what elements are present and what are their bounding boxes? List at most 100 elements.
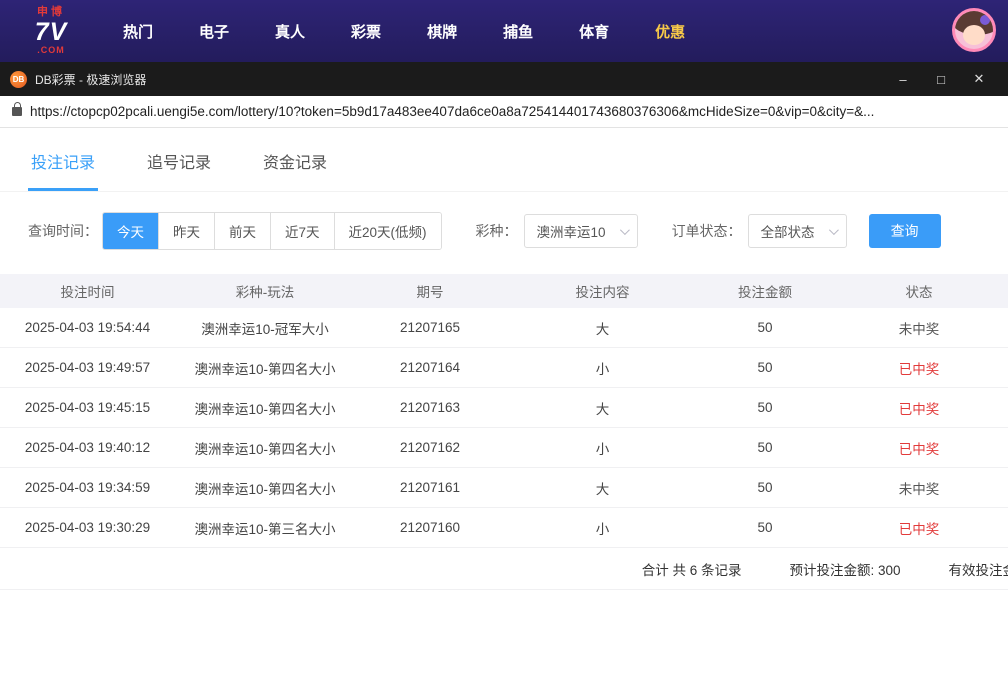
search-button[interactable]: 查询: [869, 214, 941, 248]
cell-bet-content: 小: [505, 438, 700, 458]
page-content: 投注记录追号记录资金记录 查询时间： 今天昨天前天近7天近20天(低频) 彩种：…: [0, 128, 1008, 590]
nav-item-3[interactable]: 真人: [252, 21, 328, 42]
cell-bet-time: 2025-04-03 19:45:15: [0, 400, 175, 415]
time-option-3[interactable]: 前天: [214, 213, 270, 249]
window-controls: – □ ✕: [884, 62, 998, 96]
lock-icon: [12, 107, 22, 116]
nav-item-6[interactable]: 捕鱼: [480, 21, 556, 42]
avatar-bow-graphic: [980, 15, 990, 25]
time-option-2[interactable]: 昨天: [158, 213, 214, 249]
column-header: 彩种-玩法: [175, 281, 355, 301]
top-nav: 申博 7V .COM 热门电子真人彩票棋牌捕鱼体育优惠: [0, 0, 1008, 62]
maximize-button[interactable]: □: [922, 62, 960, 96]
address-bar[interactable]: https://ctopcp02pcali.uengi5e.com/lotter…: [0, 96, 1008, 128]
lottery-filter-label: 彩种：: [476, 221, 518, 241]
tab-3[interactable]: 资金记录: [260, 128, 330, 191]
table-row: 2025-04-03 19:54:44澳洲幸运10-冠军大小21207165大5…: [0, 308, 1008, 348]
order-status-value: 全部状态: [761, 221, 815, 241]
cell-bet-content: 大: [505, 318, 700, 338]
cell-issue-number: 21207160: [355, 520, 505, 535]
cell-bet-content: 大: [505, 398, 700, 418]
cell-bet-amount: 50: [700, 400, 830, 415]
nav-item-1[interactable]: 热门: [100, 21, 176, 42]
summary-expected-amount: 预计投注金额: 300: [789, 559, 900, 579]
table-row: 2025-04-03 19:49:57澳洲幸运10-第四名大小21207164小…: [0, 348, 1008, 388]
chevron-down-icon: [829, 225, 839, 235]
time-option-4[interactable]: 近7天: [270, 213, 334, 249]
bet-records-table: 投注时间彩种-玩法期号投注内容投注金额状态 2025-04-03 19:54:4…: [0, 274, 1008, 590]
summary-valid-amount: 有效投注金: [949, 559, 1008, 579]
cell-game-play: 澳洲幸运10-第四名大小: [175, 438, 355, 458]
cell-issue-number: 21207165: [355, 320, 505, 335]
nav-item-2[interactable]: 电子: [176, 21, 252, 42]
chevron-down-icon: [620, 225, 630, 235]
column-header: 投注内容: [505, 281, 700, 301]
logo-text-cn: 申博: [37, 7, 65, 18]
tabs: 投注记录追号记录资金记录: [0, 128, 1008, 192]
summary-total: 合计 共 6 条记录: [642, 559, 742, 579]
order-status-select[interactable]: 全部状态: [748, 214, 847, 248]
cell-bet-amount: 50: [700, 320, 830, 335]
logo-text-7v: 7V: [35, 20, 68, 45]
nav-item-7[interactable]: 体育: [556, 21, 632, 42]
cell-bet-time: 2025-04-03 19:54:44: [0, 320, 175, 335]
cell-issue-number: 21207161: [355, 480, 505, 495]
cell-bet-time: 2025-04-03 19:49:57: [0, 360, 175, 375]
cell-bet-amount: 50: [700, 360, 830, 375]
status-filter-label: 订单状态：: [672, 221, 742, 241]
tab-2[interactable]: 追号记录: [144, 128, 214, 191]
tab-1[interactable]: 投注记录: [28, 128, 98, 191]
url-text[interactable]: https://ctopcp02pcali.uengi5e.com/lotter…: [30, 104, 874, 119]
cell-bet-content: 大: [505, 478, 700, 498]
table-row: 2025-04-03 19:30:29澳洲幸运10-第三名大小21207160小…: [0, 508, 1008, 548]
cell-game-play: 澳洲幸运10-第三名大小: [175, 518, 355, 538]
table-row: 2025-04-03 19:45:15澳洲幸运10-第四名大小21207163大…: [0, 388, 1008, 428]
cell-bet-content: 小: [505, 358, 700, 378]
window-titlebar: DB DB彩票 - 极速浏览器 – □ ✕: [0, 62, 1008, 96]
cell-bet-time: 2025-04-03 19:34:59: [0, 480, 175, 495]
cell-status: 已中奖: [830, 398, 1008, 418]
cell-bet-time: 2025-04-03 19:30:29: [0, 520, 175, 535]
cell-game-play: 澳洲幸运10-第四名大小: [175, 478, 355, 498]
lottery-select[interactable]: 澳洲幸运10: [524, 214, 638, 248]
time-option-5[interactable]: 近20天(低频): [334, 213, 441, 249]
cell-bet-amount: 50: [700, 480, 830, 495]
app-icon: DB: [10, 71, 27, 88]
cell-bet-time: 2025-04-03 19:40:12: [0, 440, 175, 455]
summary-row: 合计 共 6 条记录 预计投注金额: 300 有效投注金: [0, 548, 1008, 590]
cell-status: 未中奖: [830, 478, 1008, 498]
cell-game-play: 澳洲幸运10-冠军大小: [175, 318, 355, 338]
cell-issue-number: 21207162: [355, 440, 505, 455]
cell-game-play: 澳洲幸运10-第四名大小: [175, 358, 355, 378]
column-header: 投注时间: [0, 281, 175, 301]
lottery-select-value: 澳洲幸运10: [537, 221, 606, 241]
cell-status: 已中奖: [830, 358, 1008, 378]
minimize-button[interactable]: –: [884, 62, 922, 96]
window-title: DB彩票 - 极速浏览器: [35, 71, 884, 88]
cell-bet-amount: 50: [700, 440, 830, 455]
column-header: 状态: [830, 281, 1008, 301]
filter-bar: 查询时间： 今天昨天前天近7天近20天(低频) 彩种： 澳洲幸运10 订单状态：…: [0, 192, 1008, 250]
table-header-row: 投注时间彩种-玩法期号投注内容投注金额状态: [0, 274, 1008, 308]
column-header: 投注金额: [700, 281, 830, 301]
nav-item-5[interactable]: 棋牌: [404, 21, 480, 42]
cell-game-play: 澳洲幸运10-第四名大小: [175, 398, 355, 418]
table-row: 2025-04-03 19:34:59澳洲幸运10-第四名大小21207161大…: [0, 468, 1008, 508]
cell-status: 已中奖: [830, 438, 1008, 458]
column-header: 期号: [355, 281, 505, 301]
close-button[interactable]: ✕: [960, 62, 998, 96]
time-filter-label: 查询时间：: [28, 221, 98, 241]
table-body: 2025-04-03 19:54:44澳洲幸运10-冠军大小21207165大5…: [0, 308, 1008, 548]
time-filter-group: 今天昨天前天近7天近20天(低频): [102, 212, 442, 250]
cell-issue-number: 21207164: [355, 360, 505, 375]
site-logo[interactable]: 申博 7V .COM: [8, 7, 94, 55]
cell-bet-content: 小: [505, 518, 700, 538]
cell-bet-amount: 50: [700, 520, 830, 535]
main-menu: 热门电子真人彩票棋牌捕鱼体育优惠: [100, 21, 708, 42]
table-row: 2025-04-03 19:40:12澳洲幸运10-第四名大小21207162小…: [0, 428, 1008, 468]
avatar-face-graphic: [963, 25, 985, 45]
nav-item-8[interactable]: 优惠: [632, 21, 708, 42]
nav-item-4[interactable]: 彩票: [328, 21, 404, 42]
user-avatar[interactable]: [952, 8, 996, 52]
time-option-1[interactable]: 今天: [103, 213, 158, 249]
